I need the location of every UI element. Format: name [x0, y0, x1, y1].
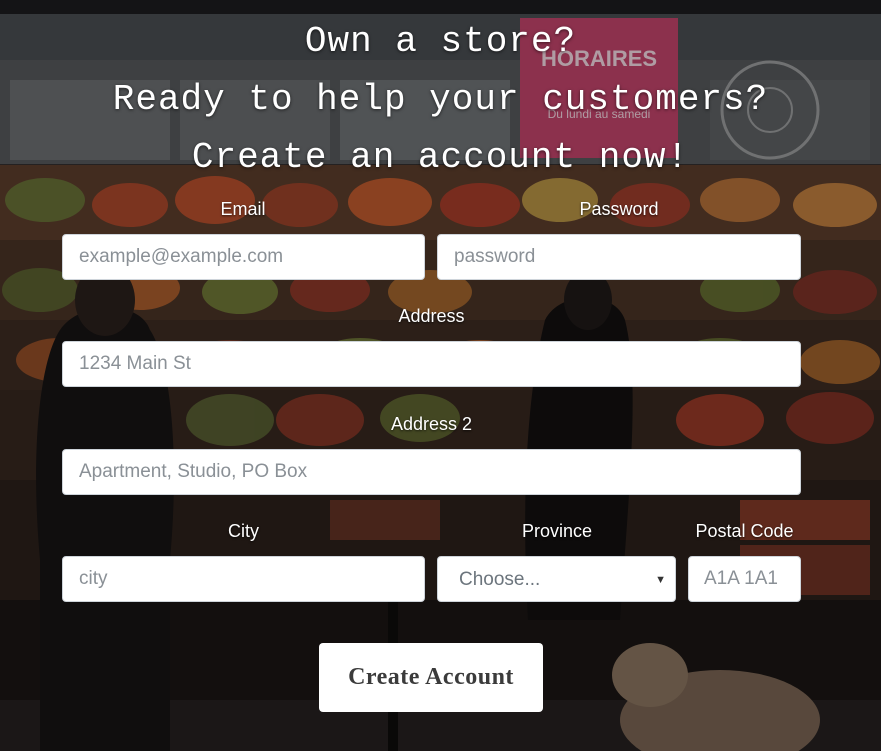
postal-code-label: Postal Code [695, 521, 794, 541]
create-account-button[interactable]: Create Account [319, 643, 543, 712]
province-select[interactable]: Choose... ▼ [437, 556, 676, 602]
address2-label: Address 2 [390, 414, 473, 434]
headline-line-3: Create an account now! [191, 137, 690, 178]
province-selected-value: Choose... [459, 569, 541, 590]
password-label: Password [579, 199, 659, 219]
province-label: Province [521, 521, 593, 541]
chevron-down-icon: ▼ [655, 574, 666, 586]
password-input[interactable] [437, 234, 801, 280]
email-label: Email [220, 199, 266, 219]
address-label: Address [398, 306, 465, 326]
headline-line-1: Own a store? [304, 21, 577, 62]
headline-line-2: Ready to help your customers? [112, 79, 769, 120]
city-input[interactable] [62, 556, 425, 602]
postal-code-input[interactable] [688, 556, 801, 602]
city-label: City [228, 521, 259, 541]
address-input[interactable] [62, 341, 801, 387]
address2-input[interactable] [62, 449, 801, 495]
email-input[interactable] [62, 234, 425, 280]
